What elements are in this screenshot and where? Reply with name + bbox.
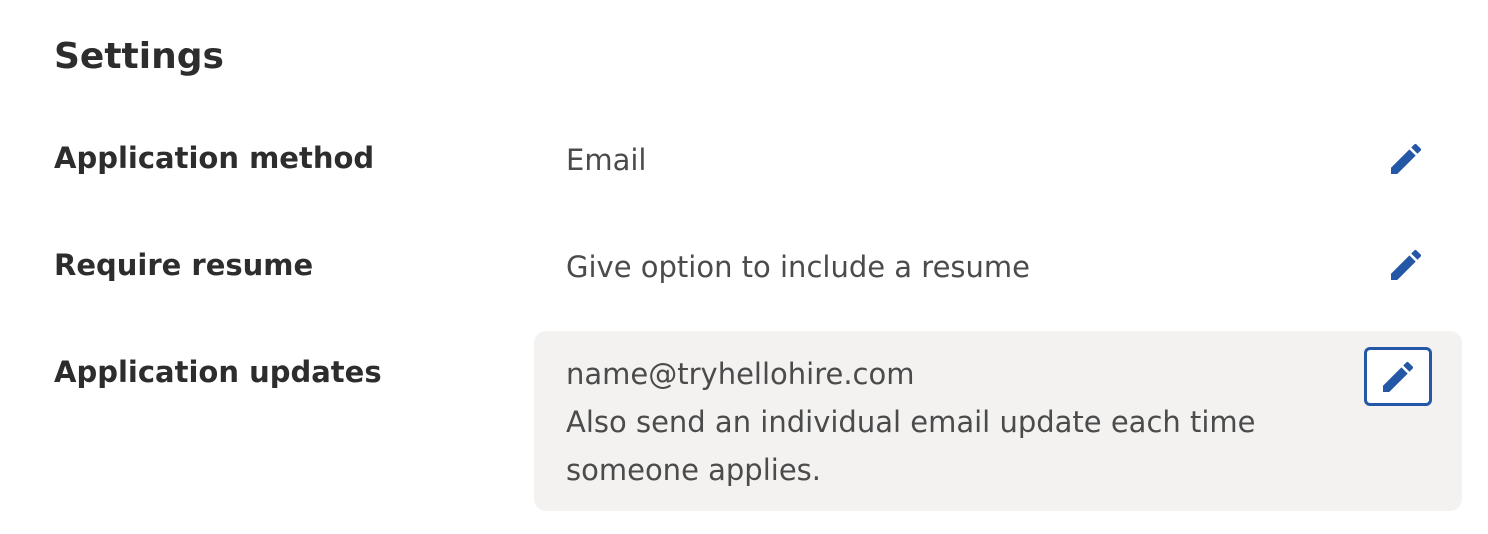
settings-page: Settings Application method Email Requir… — [0, 0, 1488, 534]
row-value: Give option to include a resume — [566, 250, 1030, 284]
pencil-icon — [1386, 245, 1426, 285]
pencil-icon — [1386, 139, 1426, 179]
notification-email: name@tryhellohire.com — [566, 357, 915, 391]
row-label-application-updates: Application updates — [54, 355, 382, 389]
edit-require-resume-button[interactable] — [1373, 236, 1439, 294]
update-description-line-1: Also send an individual email update eac… — [566, 405, 1256, 439]
edit-application-updates-button[interactable] — [1364, 347, 1432, 406]
pencil-icon — [1378, 357, 1418, 397]
row-label: Application method — [54, 141, 375, 175]
page-title: Settings — [54, 36, 224, 77]
application-updates-values: name@tryhellohire.com Also send an indiv… — [566, 350, 1256, 494]
row-label: Require resume — [54, 248, 314, 282]
update-description-line-2: someone applies. — [566, 453, 821, 487]
edit-application-method-button[interactable] — [1373, 130, 1439, 188]
row-value: Email — [566, 143, 647, 177]
